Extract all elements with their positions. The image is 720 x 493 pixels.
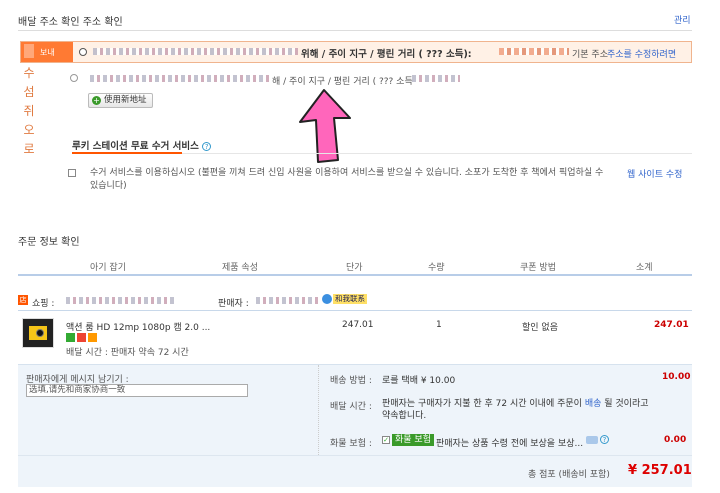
- product-name-link[interactable]: 액션 룸 HD 12mp 1080p 캠 2.0 ...: [66, 320, 210, 333]
- chat-icon[interactable]: [322, 294, 332, 304]
- order-item-row: 액션 룸 HD 12mp 1080p 캠 2.0 ... 배달 시간 : 판매자…: [18, 311, 692, 364]
- service-badge-icon: [88, 333, 97, 342]
- pointer-arrow-annotation: [299, 89, 351, 163]
- send-to-tag: 보내: [21, 42, 73, 62]
- address-section-title: 배달 주소 확인 주소 확인: [18, 17, 123, 28]
- insurance-cost: 0.00: [664, 435, 687, 445]
- redacted-phone: [499, 48, 569, 55]
- use-new-address-label: 使用新地址: [104, 95, 147, 105]
- send-to-label: 보내: [40, 48, 55, 57]
- order-options-panel: 판매자에게 메시지 남기기 : 选填,请先和商家协商一致 배송 방법 : 로를 …: [18, 364, 692, 455]
- selected-address-row[interactable]: 보내 위해 / 주이 지구 / 평린 거리 ( ??? 소득): 기본 주소 주…: [20, 41, 692, 63]
- col-header: 아기 잡기: [90, 263, 126, 273]
- alt-address-text: 해 / 주이 지구 / 평린 거리 ( ??? 소득: [272, 77, 413, 87]
- total-label: 총 점포 (배송비 포함): [528, 470, 610, 480]
- divider: [18, 30, 692, 31]
- pickup-description: 수거 서비스를 이용하십시오 (불편을 끼쳐 드려 신입 사원을 이용하여 서비…: [90, 167, 610, 193]
- pickup-section-title: 루키 스테이션 무료 수거 서비스 ?: [72, 138, 212, 152]
- divider: [318, 365, 319, 455]
- pickup-title-text: 루키 스테이션 무료 수거 서비스: [72, 141, 199, 152]
- delivery-link[interactable]: 배송: [585, 399, 602, 409]
- seller-label: 판매자 :: [218, 299, 249, 309]
- order-total-row: 총 점포 (배송비 포함) ¥ 257.01: [18, 455, 692, 487]
- pickup-underline: [72, 152, 182, 154]
- insurance-checkbox[interactable]: ✓: [382, 436, 390, 444]
- pickup-edit-link[interactable]: 웹 사이트 수정: [627, 167, 682, 180]
- shop-icon: 店: [18, 295, 28, 305]
- contact-seller-button[interactable]: 和我联系: [333, 294, 367, 304]
- service-badge-icon: [66, 333, 75, 342]
- shop-label: 쇼핑 :: [32, 299, 55, 309]
- delivery-text: 판매자는 구매자가 지불 한 후 72 시간 이내에 주문이 배송 될 것이라고…: [382, 398, 652, 422]
- delivery-text-part: 판매자는 구매자가 지불 한 후 72 시간 이내에 주문이: [382, 399, 582, 409]
- product-thumbnail[interactable]: [22, 318, 54, 348]
- vertical-char: 수: [23, 66, 35, 80]
- vertical-char: 섬: [23, 85, 35, 99]
- pickup-desc-line: 수거 서비스를 이용하십시오 (불편을 끼쳐 드려 신입 사원을 이용하여 서비…: [90, 168, 604, 178]
- item-unit-price: 247.01: [342, 320, 374, 330]
- address-radio[interactable]: [70, 74, 78, 82]
- marker-icon: [24, 44, 34, 58]
- product-ship-time: 배달 시간 : 판매자 약속 72 시간: [66, 348, 189, 358]
- message-input[interactable]: 选填,请先和商家协商一致: [26, 384, 248, 397]
- manage-link[interactable]: 관리: [674, 13, 691, 26]
- insurance-text: 판매자는 상품 수령 전에 보상을 보상...: [436, 439, 584, 449]
- col-header: 수량: [428, 263, 445, 273]
- vertical-annotation: 수 섬 쥐 오 로: [22, 64, 36, 159]
- service-badge-icon: [77, 333, 86, 342]
- chat-bubble-icon[interactable]: [586, 436, 598, 444]
- col-header: 소계: [636, 263, 653, 273]
- redacted-address: [90, 75, 270, 82]
- col-header: 쿠폰 방법: [520, 263, 556, 273]
- total-price: ¥ 257.01: [628, 463, 692, 478]
- divider: [182, 153, 692, 154]
- edit-address-link[interactable]: 주소를 수정하려면: [607, 47, 676, 60]
- order-table-header: 아기 잡기 제품 속성 단가 수량 쿠폰 방법 소계: [18, 258, 692, 274]
- ship-cost: 10.00: [662, 372, 691, 382]
- pickup-checkbox[interactable]: [68, 169, 76, 177]
- insurance-tag: 화물 보험: [392, 434, 434, 446]
- col-header: 단가: [346, 263, 363, 273]
- pickup-desc-line: 있습니다): [90, 181, 127, 191]
- help-icon[interactable]: ?: [600, 435, 609, 444]
- help-icon[interactable]: ?: [202, 142, 212, 151]
- plus-icon: +: [92, 96, 101, 105]
- delivery-text-part: 될 것이라고: [604, 399, 649, 409]
- delivery-text-part: 약속합니다.: [382, 411, 427, 421]
- item-coupon: 할인 없음: [522, 323, 558, 333]
- col-header: 제품 속성: [222, 263, 258, 273]
- redacted-phone: [412, 75, 460, 82]
- table-header-underline: [18, 274, 692, 276]
- ship-method-label: 배송 방법 :: [330, 376, 372, 386]
- redacted-seller-name[interactable]: [256, 297, 320, 304]
- redacted-shop-name[interactable]: [66, 297, 176, 304]
- redacted-address: [93, 48, 298, 55]
- default-address-label: 기본 주소: [572, 50, 608, 60]
- ship-method-value[interactable]: 로를 택배 ¥ 10.00: [382, 373, 455, 386]
- vertical-char: 오: [23, 123, 35, 137]
- vertical-char: 쥐: [23, 104, 35, 118]
- order-section-title: 주문 정보 확인: [18, 237, 80, 248]
- selected-address-text: 위해 / 주이 지구 / 평린 거리 ( ??? 소득):: [301, 49, 472, 60]
- item-quantity: 1: [436, 320, 442, 330]
- address-radio-selected[interactable]: [79, 48, 87, 56]
- item-subtotal: 247.01: [654, 320, 689, 330]
- delivery-label: 배달 시간 :: [330, 402, 372, 412]
- vertical-char: 로: [23, 142, 35, 156]
- insurance-label: 화물 보험 :: [330, 439, 372, 449]
- use-new-address-button[interactable]: + 使用新地址: [88, 93, 153, 108]
